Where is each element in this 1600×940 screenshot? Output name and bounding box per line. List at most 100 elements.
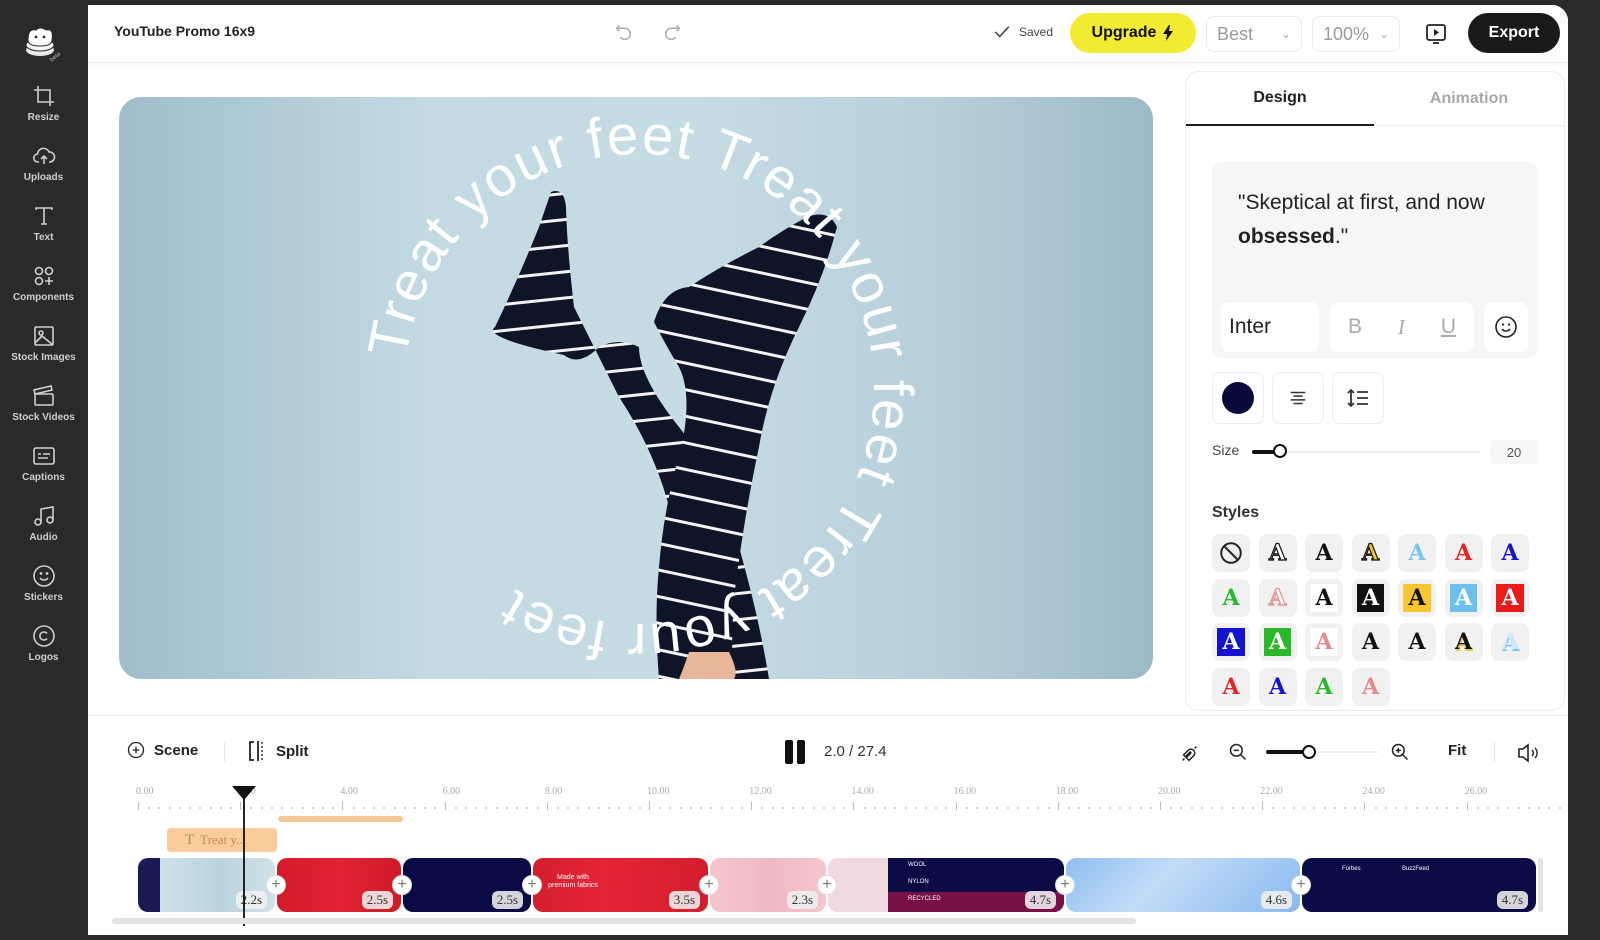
style-option[interactable]: A (1212, 623, 1250, 661)
tab-design[interactable]: Design (1186, 72, 1374, 126)
audio-track-clip[interactable] (278, 816, 403, 822)
style-option[interactable]: A (1258, 534, 1297, 572)
add-transition-button[interactable]: + (1055, 875, 1075, 895)
style-option[interactable]: A (1491, 578, 1529, 617)
style-option[interactable]: A (1351, 623, 1390, 661)
add-transition-button[interactable]: + (392, 875, 412, 895)
sidebar-item-stock-images[interactable]: Stock Images (0, 324, 87, 380)
style-option[interactable]: A (1305, 623, 1343, 661)
align-button[interactable] (1272, 372, 1324, 424)
underline-button[interactable]: U (1441, 315, 1456, 339)
zoom-value: 100% (1323, 23, 1370, 44)
scene-clip[interactable]: Made with premium fabrics 3.5s (533, 858, 708, 912)
sidebar-item-components[interactable]: Components (0, 264, 87, 320)
volume-button[interactable] (1516, 742, 1540, 764)
line-spacing-button[interactable] (1332, 372, 1384, 424)
scene-clip[interactable]: 2.5s (403, 858, 531, 912)
style-option[interactable]: A (1398, 578, 1436, 617)
zoom-out-button[interactable] (1228, 742, 1250, 764)
font-select[interactable]: Inter (1221, 302, 1319, 352)
time-ruler[interactable]: 0.00 2.00 4.00 6.00 8.00 10.00 12.00 14.00 16.00… (136, 786, 1561, 816)
sidebar-item-captions[interactable]: Captions (0, 444, 87, 500)
split-button[interactable]: Split (248, 740, 309, 762)
sidebar-item-resize[interactable]: Resize (0, 84, 87, 140)
ruler-minor-tick (1251, 807, 1254, 809)
style-option[interactable]: A (1398, 623, 1436, 661)
style-option[interactable]: A (1351, 534, 1390, 572)
add-transition-button[interactable]: + (817, 875, 837, 895)
style-option[interactable]: A (1305, 534, 1343, 572)
style-glyph: A (1361, 673, 1380, 700)
scene-clip[interactable]: 2.3s (710, 858, 826, 912)
style-option[interactable]: A (1258, 578, 1297, 617)
sidebar-item-stock-videos[interactable]: Stock Videos (0, 384, 87, 440)
sidebar-item-audio[interactable]: Audio (0, 504, 87, 560)
ruler-minor-tick (1170, 807, 1173, 809)
ruler-label: 12.00 (749, 786, 772, 797)
sidebar-item-stickers[interactable]: Stickers (0, 564, 87, 620)
add-transition-button[interactable]: + (522, 875, 542, 895)
text-editor[interactable]: "Skeptical at first, and now obsessed." … (1212, 162, 1538, 358)
upgrade-button[interactable]: Upgrade (1070, 13, 1196, 53)
snap-toggle[interactable] (1179, 742, 1201, 764)
text-color-button[interactable] (1212, 372, 1264, 424)
canvas-stage[interactable]: Treat your feet Treat your feet Treat yo… (119, 97, 1153, 679)
bold-button[interactable]: B (1348, 315, 1362, 339)
text-track-clip[interactable]: T Treat y... (167, 828, 277, 852)
style-option[interactable]: A (1491, 534, 1529, 572)
scene-clip[interactable]: 2.5s (277, 858, 401, 912)
sidebar-item-uploads[interactable]: Uploads (0, 144, 87, 200)
playhead-handle[interactable] (232, 786, 256, 800)
scene-clip[interactable]: WOOL NYLON RECYCLED 4.7s (828, 858, 1064, 912)
timeline-zoom-handle[interactable] (1301, 745, 1316, 759)
ruler-minor-tick (158, 807, 161, 809)
add-transition-button[interactable]: + (1291, 875, 1311, 895)
add-transition-button[interactable]: + (266, 875, 286, 895)
style-option[interactable]: A (1212, 667, 1250, 706)
scene-clip[interactable]: Forbes BuzzFeed 4.7s (1302, 858, 1536, 912)
vertical-scrollbar[interactable] (1538, 858, 1543, 912)
style-option[interactable]: A (1351, 578, 1390, 617)
tab-animation[interactable]: Animation (1374, 72, 1564, 126)
quality-select[interactable]: Best ⌄ (1206, 16, 1302, 52)
undo-button[interactable] (613, 21, 637, 45)
horizontal-scrollbar[interactable] (112, 918, 1136, 924)
preview-button[interactable] (1424, 22, 1448, 46)
add-scene-button[interactable]: Scene (126, 740, 198, 760)
style-none-button[interactable] (1212, 534, 1250, 572)
ruler-label: 8.00 (544, 786, 563, 797)
text-content[interactable]: "Skeptical at first, and now obsessed." (1238, 186, 1528, 254)
style-option[interactable]: A (1444, 578, 1483, 617)
zoom-select[interactable]: 100% ⌄ (1312, 16, 1400, 52)
italic-button[interactable]: I (1398, 315, 1405, 340)
project-title[interactable]: YouTube Promo 16x9 (114, 23, 255, 39)
fit-button[interactable]: Fit (1448, 742, 1466, 759)
scene-clip[interactable]: 2.2s (138, 858, 275, 912)
clip-duration: 4.7s (1496, 891, 1528, 909)
sidebar-item-text[interactable]: Text (0, 204, 87, 260)
add-transition-button[interactable]: + (699, 875, 719, 895)
scene-clip[interactable]: 4.6s (1066, 858, 1300, 912)
ruler-label: 22.00 (1260, 786, 1283, 797)
style-option[interactable]: A (1258, 623, 1297, 661)
style-option[interactable]: A (1305, 578, 1343, 617)
sidebar-item-logos[interactable]: Logos (0, 624, 87, 680)
size-input[interactable]: 20 (1490, 440, 1538, 464)
zoom-in-button[interactable] (1390, 742, 1412, 764)
style-option[interactable]: A (1305, 667, 1343, 706)
style-option[interactable]: A (1258, 667, 1297, 706)
redo-button[interactable] (661, 21, 685, 45)
style-option[interactable]: A (1398, 534, 1436, 572)
style-option[interactable]: A (1351, 667, 1390, 706)
emoji-button[interactable] (1484, 302, 1528, 352)
ruler-major-tick (955, 802, 957, 810)
export-button[interactable]: Export (1468, 13, 1560, 53)
style-option[interactable]: A (1444, 534, 1483, 572)
pause-button[interactable] (785, 740, 807, 764)
size-slider-handle[interactable] (1272, 444, 1287, 458)
style-option[interactable]: A (1212, 578, 1250, 617)
style-option[interactable]: A (1444, 623, 1483, 661)
app-logo[interactable]: beta (22, 24, 62, 64)
ruler-minor-tick (597, 807, 600, 809)
style-option[interactable]: A (1491, 623, 1529, 661)
